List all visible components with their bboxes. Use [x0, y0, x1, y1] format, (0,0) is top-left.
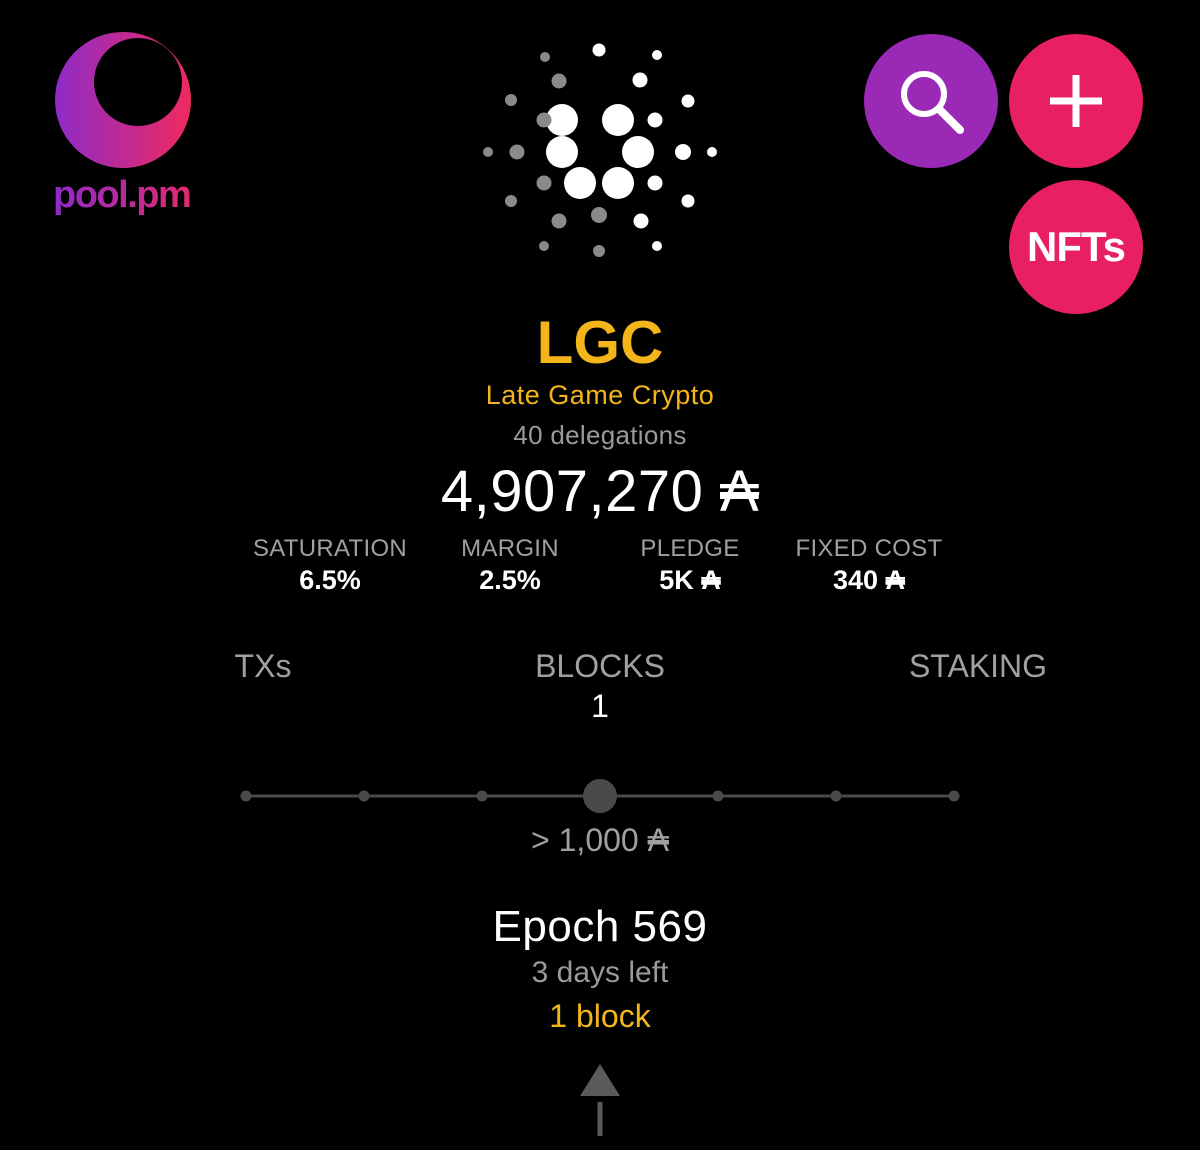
stat-saturation: SATURATION 6.5%: [240, 535, 420, 596]
slider-stop[interactable]: [712, 790, 724, 802]
pool-pm-ring-icon: [55, 32, 191, 168]
search-button[interactable]: [864, 34, 998, 168]
slider-stop[interactable]: [476, 790, 488, 802]
pool-ticker: LGC: [536, 309, 664, 376]
pool-delegations: 40 delegations: [513, 420, 687, 450]
stat-value: 5K ₳: [600, 565, 780, 596]
nfts-label: NFTs: [1027, 223, 1126, 270]
ada-symbol: ₳: [885, 565, 906, 595]
amount-slider[interactable]: [230, 770, 970, 820]
epoch-title: Epoch 569: [492, 902, 708, 951]
stat-value: 2.5%: [479, 565, 541, 595]
stat-value: 340 ₳: [779, 565, 959, 596]
blocks-count: 1: [591, 688, 609, 724]
slider-stop[interactable]: [830, 790, 842, 802]
slider-stop[interactable]: [358, 790, 370, 802]
stat-value-number: 5K: [659, 565, 694, 595]
stat-label: PLEDGE: [640, 535, 740, 562]
nfts-button[interactable]: NFTs: [1009, 180, 1143, 314]
ada-symbol: ₳: [701, 565, 721, 595]
ada-symbol: ₳: [647, 822, 669, 858]
pool-stake: 4,907,270 ₳: [0, 458, 1200, 525]
tab-txs[interactable]: TXs: [200, 648, 326, 685]
stat-label: SATURATION: [252, 535, 408, 562]
stat-value-number: 340: [832, 565, 879, 595]
plus-icon: [1050, 75, 1102, 127]
search-icon: [901, 71, 964, 134]
slider-value-label: > 1,000 ₳: [0, 822, 1200, 859]
pool-name: Late Game Crypto: [485, 380, 715, 410]
stat-pledge: PLEDGE 5K ₳: [600, 535, 780, 596]
slider-stop[interactable]: [240, 790, 252, 802]
slider-value: > 1,000: [531, 822, 639, 858]
add-button[interactable]: [1009, 34, 1143, 168]
epoch-time-left: 3 days left: [531, 956, 669, 989]
tab-staking[interactable]: STAKING: [880, 648, 1076, 685]
pool-stake-value: 4,907,270: [440, 459, 704, 524]
epoch-blocks: 1 block: [549, 998, 651, 1034]
pool-pm-wordmark: pool.pm: [53, 174, 193, 217]
cardano-logo-icon: [483, 43, 717, 257]
stat-fixed-cost: FIXED COST 340 ₳: [779, 535, 959, 596]
up-arrow-icon[interactable]: [575, 1060, 625, 1140]
pool-pm-logo[interactable]: pool.pm: [53, 32, 192, 216]
slider-stop[interactable]: [948, 790, 960, 802]
stat-label: FIXED COST: [795, 535, 943, 562]
stat-value: 6.5%: [299, 565, 361, 595]
tab-blocks[interactable]: BLOCKS: [500, 648, 700, 685]
stat-margin: MARGIN 2.5%: [420, 535, 600, 596]
slider-thumb[interactable]: [583, 779, 617, 813]
stat-label: MARGIN: [461, 535, 559, 562]
ada-symbol: ₳: [719, 459, 760, 524]
